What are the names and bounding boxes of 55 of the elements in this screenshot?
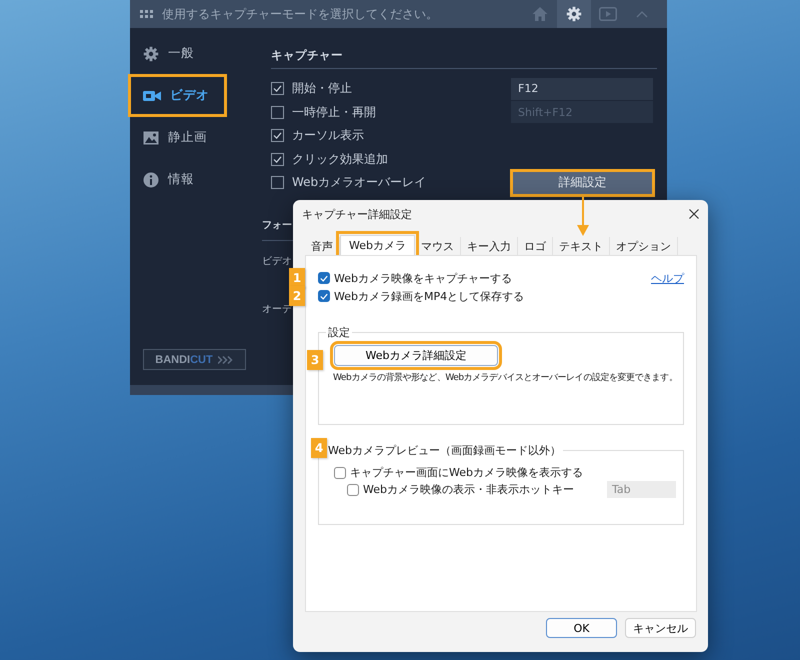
group-title: 設定	[327, 325, 351, 340]
sidebar-item[interactable]: 静止画	[130, 118, 225, 157]
grid-icon	[140, 10, 153, 18]
hotkey-field[interactable]: F12	[511, 78, 653, 100]
close-icon[interactable]	[689, 209, 699, 219]
check-icon	[273, 156, 282, 163]
option-label: Webカメラ映像の表示・非表示ホットキー	[363, 482, 574, 497]
video-camera-icon	[143, 88, 161, 102]
info-icon	[143, 172, 159, 188]
checkbox[interactable]	[318, 290, 330, 302]
step-badge: 2	[289, 286, 305, 306]
checkbox[interactable]	[347, 484, 359, 496]
dialog-button[interactable]: OK	[546, 618, 617, 638]
checkbox[interactable]	[318, 272, 330, 284]
option-label: 開始・停止	[292, 80, 352, 98]
step-badge: 4	[311, 438, 327, 458]
option-label: カーソル表示	[292, 127, 364, 144]
bandicut-button[interactable]: BANDICUT	[143, 349, 246, 370]
hotkey-field: Tab	[607, 481, 676, 498]
sidebar-item[interactable]: 一般	[130, 34, 225, 73]
option-label: キャプチャー画面にWebカメラ映像を表示する	[350, 465, 583, 480]
sidebar-item[interactable]: ビデオ	[130, 76, 225, 115]
checkbox[interactable]	[271, 82, 284, 96]
checkbox[interactable]	[334, 466, 346, 478]
toolbar-button[interactable]	[557, 0, 591, 28]
annotation-arrow	[577, 197, 589, 236]
check-icon	[273, 132, 282, 140]
header-text: 使用するキャプチャーモードを選択してください。	[162, 6, 439, 22]
checkbox[interactable]	[271, 152, 284, 166]
checkbox[interactable]	[271, 106, 284, 119]
check-icon	[273, 85, 282, 92]
option-label: Webカメラ録画をMP4として保存する	[334, 288, 524, 304]
check-icon	[320, 274, 328, 282]
option-label: クリック効果追加	[292, 150, 388, 168]
gear-icon	[143, 46, 159, 62]
step-badge: 1	[289, 268, 305, 288]
settings-icon[interactable]	[566, 6, 582, 22]
section-heading: キャプチャー	[271, 45, 657, 69]
checkbox[interactable]	[271, 176, 284, 190]
check-icon	[320, 292, 328, 300]
option-label: Webカメラオーバーレイ	[292, 174, 426, 192]
step-badge: 3	[307, 350, 323, 370]
image-icon	[143, 130, 159, 144]
checkbox[interactable]	[271, 129, 284, 142]
help-link[interactable]: ヘルプ	[651, 270, 684, 286]
option-label: 一時停止・再開	[292, 104, 376, 121]
group-title: Webカメラプレビュー（画面録画モード以外）	[328, 444, 561, 457]
sidebar-item[interactable]: 情報	[130, 160, 225, 199]
dialog-title: キャプチャー詳細設定	[302, 206, 413, 222]
chevrons-icon	[218, 356, 234, 364]
advanced-settings-button[interactable]: 詳細設定	[512, 170, 653, 195]
setting-label: ビデオ	[262, 254, 293, 268]
dialog-button[interactable]: キャンセル	[625, 618, 696, 638]
option-label: Webカメラ映像をキャプチャーする	[334, 270, 512, 286]
description-text: Webカメラの背景や形など、Webカメラデバイスとオーバーレイの設定を変更できます。	[333, 372, 678, 385]
